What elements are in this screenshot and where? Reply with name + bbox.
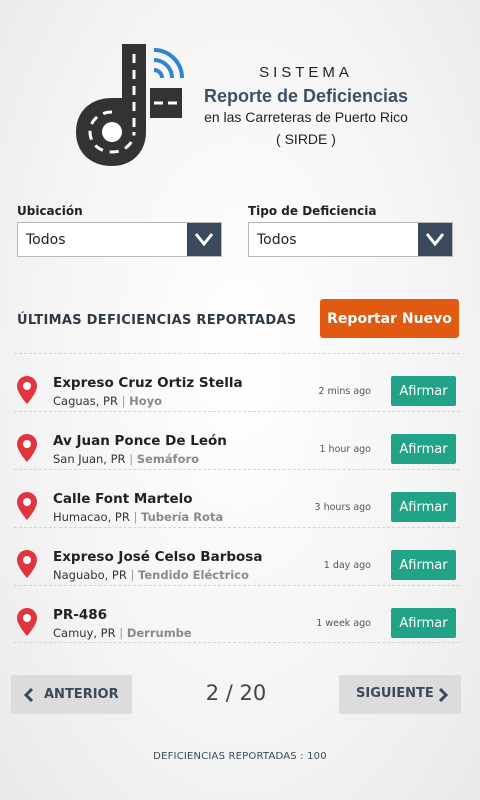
report-title: PR-486	[53, 607, 108, 623]
report-location: Camuy, PR	[53, 626, 116, 640]
affirm-button[interactable]: Afirmar	[391, 434, 456, 464]
list-item[interactable]: Av Juan Ponce De León San Juan, PR | Sem…	[14, 411, 460, 469]
app-header: SISTEMA Reporte de Deficiencias en las C…	[0, 0, 480, 190]
affirm-button[interactable]: Afirmar	[391, 376, 456, 406]
next-page-label: SIGUIENTE	[356, 686, 434, 701]
location-select[interactable]: Todos	[17, 222, 222, 257]
location-filter-label: Ubicación	[17, 204, 83, 218]
report-location: Caguas, PR	[53, 394, 118, 408]
report-time: 3 hours ago	[314, 502, 371, 513]
report-time: 1 week ago	[316, 618, 371, 629]
reports-count: DEFICIENCIAS REPORTADAS : 100	[153, 751, 327, 762]
list-item[interactable]: Expreso José Celso Barbosa Naguabo, PR |…	[14, 527, 460, 585]
report-type: Hoyo	[129, 394, 163, 408]
list-item[interactable]: Calle Font Martelo Humacao, PR | Tubería…	[14, 469, 460, 527]
previous-page-button[interactable]: ANTERIOR	[11, 675, 132, 714]
report-meta: Camuy, PR | Derrumbe	[53, 626, 192, 640]
report-type: Tubería Rota	[141, 510, 224, 524]
type-select[interactable]: Todos	[248, 222, 453, 257]
report-time: 2 mins ago	[318, 386, 371, 397]
report-title: Expreso José Celso Barbosa	[53, 549, 263, 565]
chevron-left-icon	[23, 688, 34, 702]
previous-page-label: ANTERIOR	[44, 687, 119, 702]
report-type: Tendido Eléctrico	[138, 568, 249, 582]
report-title: Av Juan Ponce De León	[53, 433, 227, 449]
report-location: Humacao, PR	[53, 510, 130, 524]
title-subtitle: en las Carreteras de Puerto Rico	[204, 109, 408, 125]
title-system: SISTEMA	[259, 64, 353, 81]
page-indicator: 2 / 20	[205, 681, 267, 705]
report-new-button[interactable]: Reportar Nuevo	[320, 299, 459, 338]
map-pin-icon	[17, 434, 37, 466]
report-type: Derrumbe	[126, 626, 192, 640]
chevron-right-icon	[438, 688, 449, 702]
title-main: Reporte de Deficiencias	[203, 86, 409, 106]
chevron-down-icon[interactable]	[418, 223, 452, 256]
title-acronym: ( SIRDE )	[276, 131, 336, 147]
map-pin-icon	[17, 376, 37, 408]
type-select-value: Todos	[257, 232, 297, 248]
report-meta: Naguabo, PR | Tendido Eléctrico	[53, 568, 249, 582]
map-pin-icon	[17, 608, 37, 640]
list-item[interactable]: Expreso Cruz Ortiz Stella Caguas, PR | H…	[14, 353, 460, 411]
affirm-button[interactable]: Afirmar	[391, 550, 456, 580]
type-filter: Tipo de Deficiencia Todos	[248, 204, 453, 257]
report-type: Semáforo	[136, 452, 200, 466]
report-title: Expreso Cruz Ortiz Stella	[53, 375, 243, 391]
section-title: ÚLTIMAS DEFICIENCIAS REPORTADAS	[17, 313, 297, 328]
road-signal-logo	[72, 40, 186, 168]
report-location: Naguabo, PR	[53, 568, 127, 582]
map-pin-icon	[17, 492, 37, 524]
report-time: 1 day ago	[323, 560, 371, 571]
list-item[interactable]: PR-486 Camuy, PR | Derrumbe 1 week ago A…	[14, 585, 460, 643]
map-pin-icon	[17, 550, 37, 582]
reports-list: Expreso Cruz Ortiz Stella Caguas, PR | H…	[14, 353, 460, 643]
affirm-button[interactable]: Afirmar	[391, 492, 456, 522]
report-title: Calle Font Martelo	[53, 491, 193, 507]
type-filter-label: Tipo de Deficiencia	[248, 204, 377, 218]
report-meta: Humacao, PR | Tubería Rota	[53, 510, 224, 524]
affirm-button[interactable]: Afirmar	[391, 608, 456, 638]
location-select-value: Todos	[26, 232, 66, 248]
report-time: 1 hour ago	[319, 444, 371, 455]
report-location: San Juan, PR	[53, 452, 126, 466]
location-filter: Ubicación Todos	[17, 204, 222, 257]
next-page-button[interactable]: SIGUIENTE	[339, 675, 461, 714]
chevron-down-icon[interactable]	[187, 223, 221, 256]
app-title: SISTEMA Reporte de Deficiencias en las C…	[196, 64, 416, 151]
report-meta: San Juan, PR | Semáforo	[53, 452, 200, 466]
report-meta: Caguas, PR | Hoyo	[53, 394, 163, 408]
